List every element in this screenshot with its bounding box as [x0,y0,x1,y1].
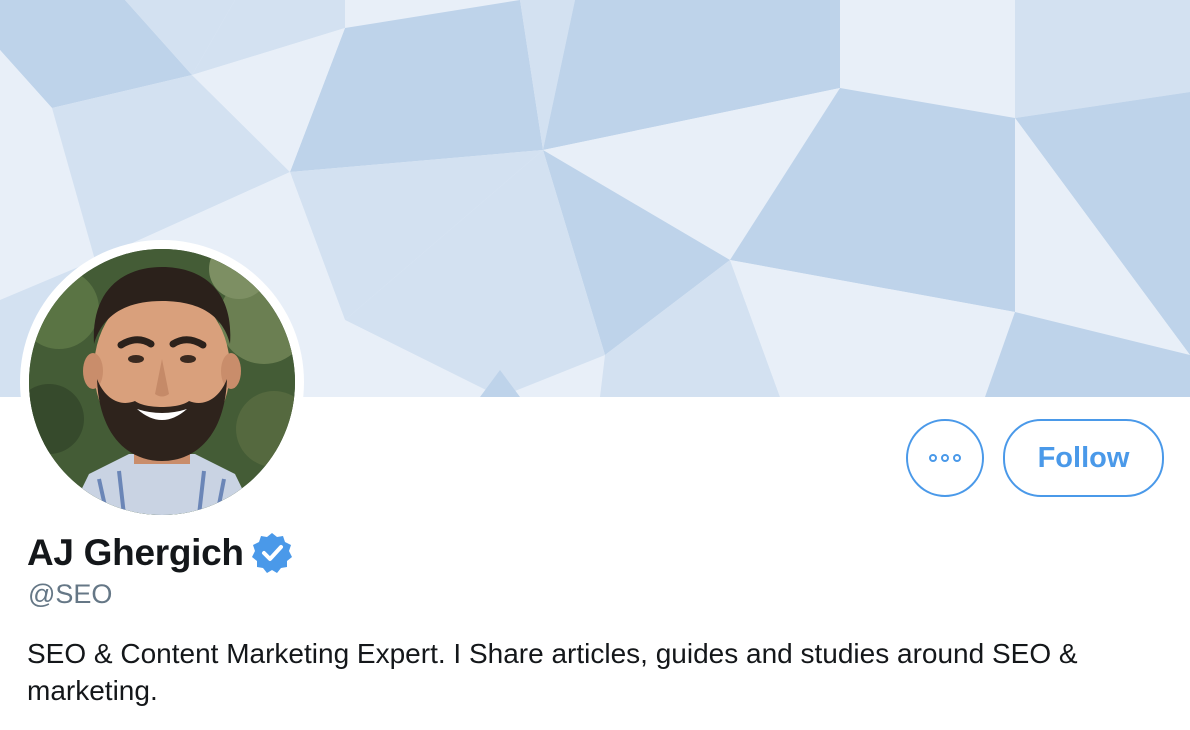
profile-handle: @SEO [28,579,113,609]
more-horizontal-icon [929,454,961,462]
dot [953,454,961,462]
dot [941,454,949,462]
more-options-button[interactable] [906,419,984,497]
display-name: AJ Ghergich [27,532,244,573]
profile-page: Follow AJ Ghergich @SEO SEO & Content Ma… [0,0,1190,730]
verified-badge-icon [250,531,294,575]
dot [929,454,937,462]
follow-button[interactable]: Follow [1003,419,1164,497]
profile-bio: SEO & Content Marketing Expert. I Share … [27,638,1078,706]
avatar[interactable] [29,249,295,515]
name-row: AJ Ghergich [27,530,294,576]
